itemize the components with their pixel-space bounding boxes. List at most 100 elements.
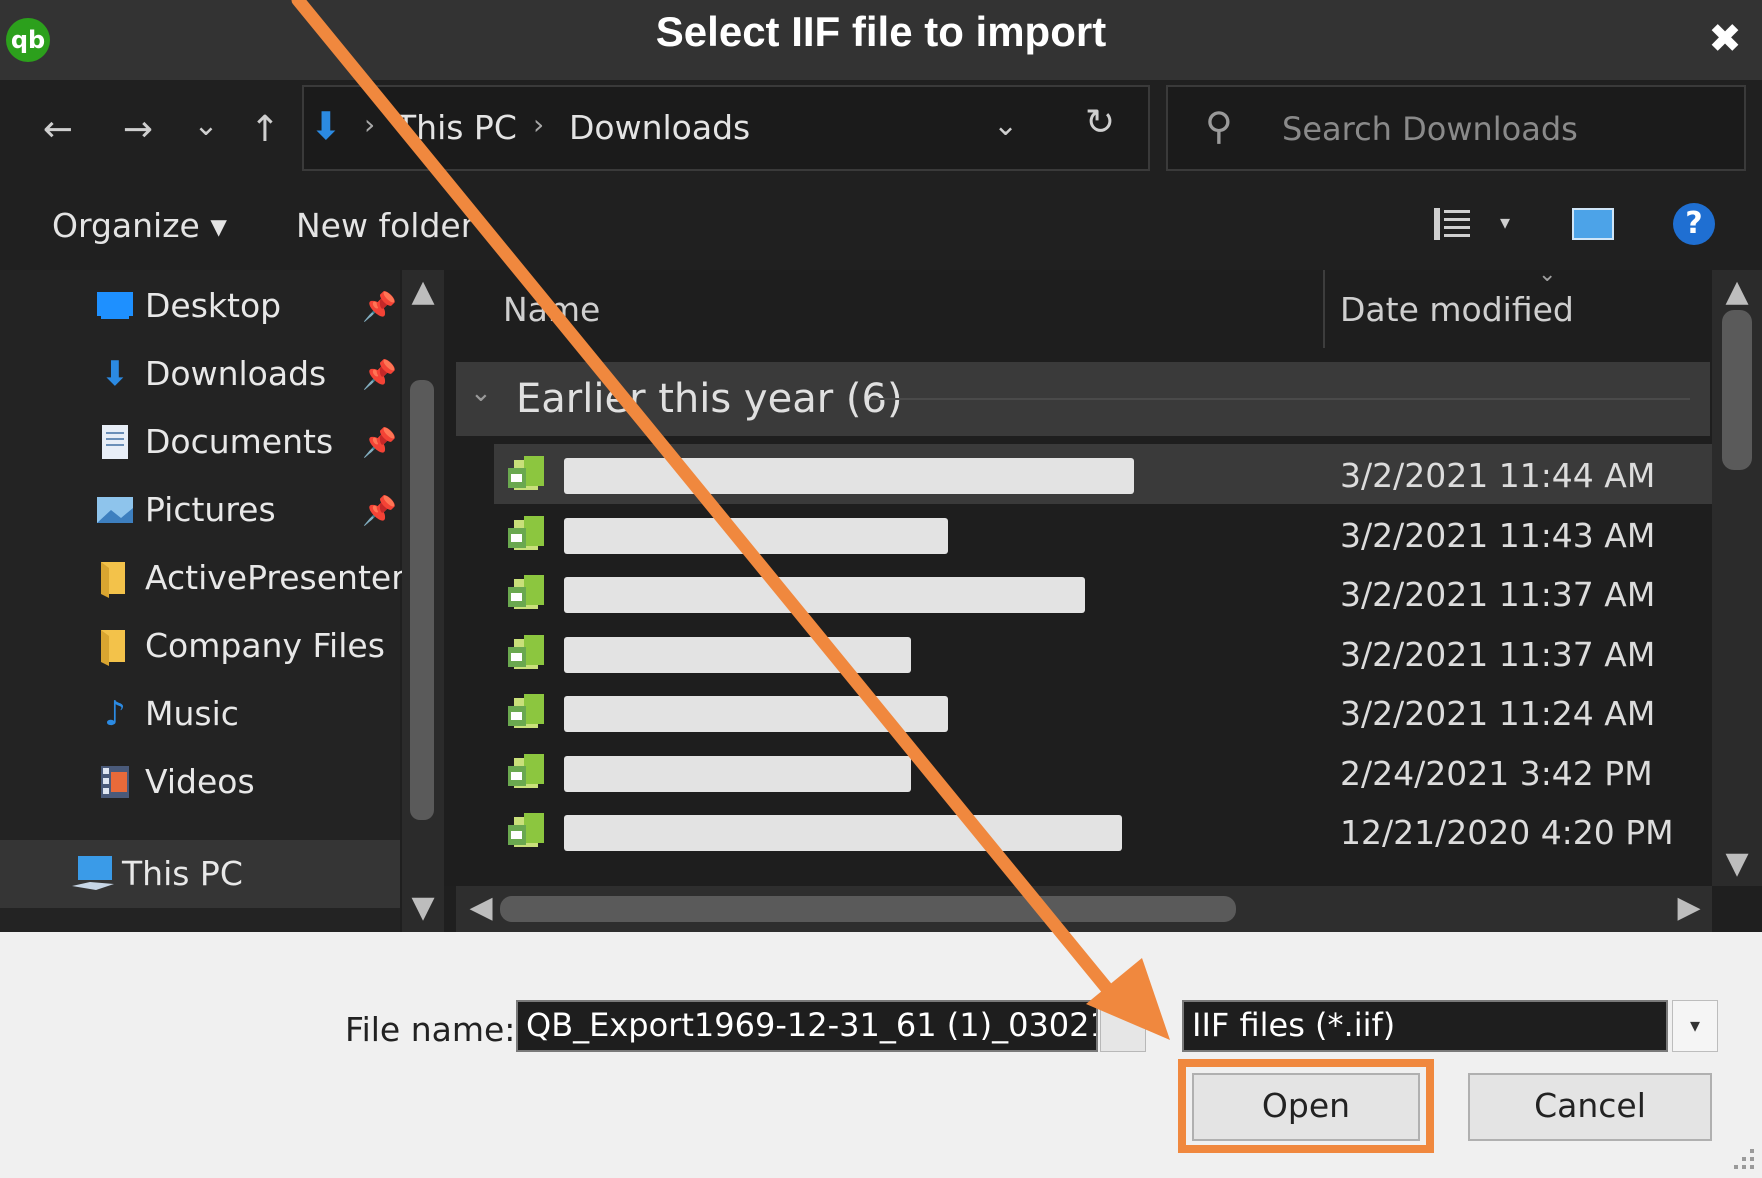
breadcrumb-downloads[interactable]: Downloads [569, 108, 750, 147]
table-row[interactable]: 2/24/2021 3:42 PM [494, 742, 1714, 802]
help-icon[interactable]: ? [1673, 203, 1715, 245]
sidebar-item-pictures[interactable]: Pictures 📌 [0, 476, 400, 544]
iif-file-icon [508, 456, 544, 490]
downloads-location-icon: ⬇ [310, 104, 342, 148]
cancel-button[interactable]: Cancel [1468, 1073, 1712, 1141]
search-input[interactable]: Search Downloads [1282, 110, 1578, 148]
iif-file-icon [508, 634, 544, 669]
organize-menu-button[interactable]: Organize ▾ [52, 206, 227, 245]
iif-file-icon [508, 575, 544, 609]
table-row[interactable]: 3/2/2021 11:24 AM [494, 682, 1714, 742]
file-type-filter-select[interactable]: IIF files (*.iif) [1182, 1000, 1668, 1052]
column-divider[interactable] [1323, 270, 1325, 348]
sidebar-item-desktop[interactable]: Desktop 📌 [0, 272, 400, 340]
group-divider [870, 398, 1690, 400]
scroll-down-arrow-icon[interactable]: ▼ [1716, 846, 1758, 881]
horizontal-scroll-thumb[interactable] [500, 896, 1236, 922]
breadcrumb-separator: › [364, 108, 376, 141]
view-dropdown-chevron-icon[interactable]: ▾ [1500, 210, 1510, 234]
file-name-redacted [564, 815, 1122, 851]
file-list-scroll-thumb[interactable] [1722, 310, 1752, 470]
sidebar-scroll-thumb[interactable] [410, 380, 434, 820]
file-name-redacted [564, 755, 911, 792]
file-date-modified: 3/2/2021 11:43 AM [1340, 515, 1656, 555]
sidebar-item-activepresenter[interactable]: ActivePresenter [0, 544, 405, 612]
computer-icon [70, 854, 116, 894]
file-name-dropdown-button[interactable] [1100, 1000, 1146, 1052]
file-name-redacted [564, 636, 911, 673]
sidebar-item-this-pc[interactable]: This PC [0, 840, 400, 908]
folder-icon [95, 626, 135, 666]
pin-icon[interactable]: 📌 [362, 426, 397, 459]
collapse-chevron-icon[interactable]: ⌄ [470, 378, 492, 408]
music-icon: ♪ [104, 694, 126, 734]
pin-icon[interactable]: 📌 [362, 358, 397, 391]
videos-icon [95, 762, 135, 802]
sidebar-item-downloads[interactable]: ⬇ Downloads 📌 [0, 340, 400, 408]
column-header-date-modified[interactable]: Date modified [1340, 290, 1574, 329]
column-header-name[interactable]: Name [503, 290, 600, 329]
scroll-left-arrow-icon[interactable]: ◀ [460, 890, 502, 925]
file-open-dialog: qb Select IIF file to import ✖ ← → ⌄ ↑ ⬇… [0, 0, 1762, 1178]
file-date-modified: 2/24/2021 3:42 PM [1340, 753, 1653, 793]
file-date-modified: 12/21/2020 4:20 PM [1340, 813, 1674, 852]
sidebar-item-label: Desktop [145, 286, 282, 325]
table-row[interactable]: 3/2/2021 11:37 AM [494, 563, 1714, 623]
breadcrumb-this-pc[interactable]: This PC [396, 108, 517, 147]
sidebar-item-label: Pictures [145, 490, 276, 529]
file-date-modified: 3/2/2021 11:44 AM [1340, 456, 1656, 495]
sidebar-item-company-files[interactable]: Company Files [0, 612, 400, 680]
table-row[interactable]: 3/2/2021 11:43 AM [494, 504, 1714, 564]
iif-file-icon [508, 813, 544, 847]
breadcrumb-separator: › [533, 108, 545, 141]
documents-icon [95, 422, 135, 462]
new-folder-button[interactable]: New folder [296, 206, 474, 245]
dialog-footer [0, 932, 1762, 1178]
sidebar-item-label: ActivePresenter [145, 558, 405, 597]
scroll-down-arrow-icon[interactable]: ▼ [402, 890, 444, 925]
close-icon[interactable]: ✖ [1700, 16, 1750, 66]
up-arrow-icon[interactable]: ↑ [240, 100, 290, 160]
refresh-icon[interactable]: ↻ [1085, 102, 1115, 143]
sort-chevron-icon: ⌄ [1538, 262, 1557, 287]
sidebar-item-label: Downloads [145, 354, 327, 393]
open-button-highlight [1178, 1059, 1434, 1153]
scroll-right-arrow-icon[interactable]: ▶ [1668, 890, 1710, 925]
desktop-icon [95, 286, 135, 326]
address-dropdown-chevron-icon[interactable]: ⌄ [993, 108, 1018, 143]
command-toolbar [0, 180, 1762, 270]
sidebar-item-videos[interactable]: Videos [0, 748, 400, 816]
table-row[interactable]: 12/21/2020 4:20 PM [494, 801, 1714, 861]
pin-icon[interactable]: 📌 [362, 290, 397, 323]
sidebar-item-label: Company Files [145, 626, 385, 665]
table-row[interactable]: 3/2/2021 11:37 AM [494, 623, 1714, 683]
iif-file-icon [508, 694, 544, 728]
scroll-up-arrow-icon[interactable]: ▲ [402, 274, 444, 309]
table-row[interactable]: 3/2/2021 11:44 AM [494, 444, 1714, 504]
pin-icon[interactable]: 📌 [362, 494, 397, 527]
sidebar-item-documents[interactable]: Documents 📌 [0, 408, 400, 476]
search-icon: ⚲ [1205, 104, 1233, 148]
file-name-label: File name: [345, 1010, 516, 1049]
iif-file-icon [508, 515, 544, 550]
download-icon: ⬇ [100, 354, 130, 394]
sidebar-item-label: Music [145, 694, 239, 733]
preview-pane-icon[interactable] [1572, 208, 1614, 240]
pictures-icon [95, 490, 135, 530]
view-options-icon[interactable] [1432, 204, 1472, 244]
resize-grip-icon[interactable] [1720, 1135, 1760, 1175]
back-arrow-icon[interactable]: ← [30, 100, 86, 160]
filter-dropdown-chevron-icon[interactable]: ▾ [1672, 1000, 1718, 1052]
scroll-up-arrow-icon[interactable]: ▲ [1716, 274, 1758, 309]
file-date-modified: 3/2/2021 11:37 AM [1340, 575, 1656, 614]
sidebar-item-label: Documents [145, 422, 334, 461]
file-name-input[interactable]: QB_Export1969-12-31_61 (1)_0302114 [516, 1000, 1098, 1052]
sidebar-item-music[interactable]: ♪ Music [0, 680, 400, 748]
file-name-redacted [564, 696, 948, 732]
group-label: Earlier this year (6) [516, 376, 903, 422]
recent-locations-chevron-icon[interactable]: ⌄ [186, 96, 226, 156]
file-name-redacted [564, 517, 948, 554]
forward-arrow-icon[interactable]: → [110, 100, 166, 160]
sidebar-item-label: This PC [122, 854, 243, 893]
folder-icon [95, 558, 135, 598]
